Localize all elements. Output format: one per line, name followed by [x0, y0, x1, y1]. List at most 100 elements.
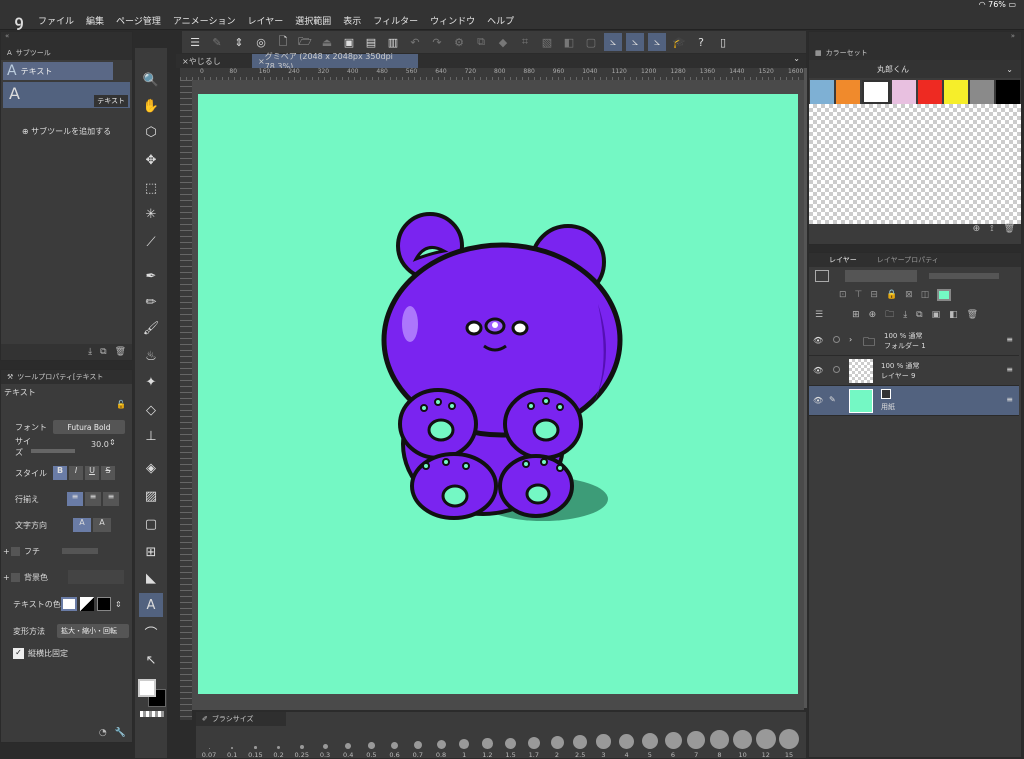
layer-menu-icon[interactable]: ☰: [815, 310, 823, 320]
tab-layer-props[interactable]: レイヤープロパティ: [877, 255, 939, 265]
layer-check-icon[interactable]: [833, 336, 840, 343]
fill-tool-icon[interactable]: ◈: [139, 456, 163, 480]
color-swatch[interactable]: [918, 80, 942, 104]
menu-file[interactable]: ファイル: [38, 14, 74, 27]
brush-size-option[interactable]: 0.4: [337, 729, 359, 759]
strike-button[interactable]: S: [101, 466, 115, 480]
menu-page[interactable]: ページ管理: [116, 14, 161, 27]
brush-size-option[interactable]: 0.15: [244, 729, 266, 759]
gradient-tool-icon[interactable]: ▨: [139, 484, 163, 508]
ref-icon[interactable]: ⊤: [855, 290, 863, 300]
transparent-swatch[interactable]: [140, 711, 164, 717]
brush-size-option[interactable]: 0.5: [360, 729, 382, 759]
zoom-tool-icon[interactable]: 🔍: [139, 68, 163, 92]
new-vector-icon[interactable]: ⊕: [869, 310, 877, 320]
color-swatch[interactable]: [810, 80, 834, 104]
menu-view[interactable]: 表示: [343, 14, 361, 27]
subtool-group-tab[interactable]: A テキスト: [3, 62, 113, 80]
textcolor-stepper-icon[interactable]: ⇕: [115, 600, 122, 609]
main-color-swatch[interactable]: [138, 679, 156, 697]
brush-size-option[interactable]: 6: [662, 729, 684, 759]
ruler-tool-icon[interactable]: ◣: [139, 566, 163, 590]
brush-size-option[interactable]: 1.7: [523, 729, 545, 759]
pencil-tool-icon[interactable]: ✏: [139, 290, 163, 314]
underline-button[interactable]: U: [85, 466, 99, 480]
brush-size-option[interactable]: 1: [453, 729, 475, 759]
layer-frame-icon[interactable]: [815, 270, 829, 282]
save-as-icon[interactable]: ▤: [362, 33, 380, 51]
colorset-dropdown-icon[interactable]: ⌄: [1006, 65, 1013, 74]
bgcolor-field[interactable]: [68, 570, 124, 584]
brush-size-option[interactable]: 7: [685, 729, 707, 759]
expand-folder-icon[interactable]: ›: [849, 335, 852, 344]
transform-select[interactable]: 拡大・縮小・回転: [57, 624, 129, 638]
help-icon[interactable]: ?: [692, 33, 710, 51]
eyedropper-icon[interactable]: ⟋: [139, 230, 163, 254]
learn-icon[interactable]: 🎓: [670, 33, 688, 51]
hide-selection-icon[interactable]: ▧: [538, 33, 556, 51]
expand-bg-icon[interactable]: +: [3, 573, 11, 582]
fill-icon[interactable]: ◆: [494, 33, 512, 51]
text-tool-button-icon[interactable]: A: [139, 593, 163, 617]
combine-icon[interactable]: ▣: [932, 310, 941, 320]
updown-icon[interactable]: ⇕: [230, 33, 248, 51]
brush-tool-icon[interactable]: 🖌: [139, 316, 163, 340]
object-tool-icon[interactable]: ⬡: [139, 120, 163, 144]
tab-layer[interactable]: レイヤー: [829, 255, 857, 265]
size-slider[interactable]: [31, 449, 75, 453]
stabilizer-1-icon[interactable]: ⦣: [604, 33, 622, 51]
brush-size-option[interactable]: 5: [639, 729, 661, 759]
brush-size-option[interactable]: 10: [732, 729, 754, 759]
edit-icon[interactable]: ✎: [208, 33, 226, 51]
move-tool-icon[interactable]: ✥: [139, 148, 163, 172]
canvas-workspace[interactable]: [192, 80, 804, 710]
bgcolor-checkbox[interactable]: [11, 572, 20, 582]
layer-handle-icon[interactable]: ≡: [1006, 395, 1013, 404]
italic-button[interactable]: I: [69, 466, 83, 480]
color-swatch[interactable]: [970, 80, 994, 104]
textcolor-user-swatch[interactable]: [97, 597, 111, 611]
blend-tool-icon[interactable]: ⊥: [139, 424, 163, 448]
stabilizer-2-icon[interactable]: ⦣: [626, 33, 644, 51]
upload-icon[interactable]: ⏏: [318, 33, 336, 51]
textcolor-main-swatch[interactable]: [61, 597, 77, 611]
brush-size-option[interactable]: 0.6: [384, 729, 406, 759]
download-icon[interactable]: ⤓: [88, 347, 92, 357]
mask-add-icon[interactable]: ◧: [949, 310, 958, 320]
brush-size-option[interactable]: 4: [616, 729, 638, 759]
balloon-tool-icon[interactable]: ⌒: [139, 620, 163, 644]
brush-size-option[interactable]: 0.1: [221, 729, 243, 759]
layer-row-folder[interactable]: 👁 › 🗀 100 % 通常 フォルダー 1 ≡: [809, 326, 1019, 356]
brush-size-option[interactable]: 1.2: [476, 729, 498, 759]
brush-size-option[interactable]: 0.2: [268, 729, 290, 759]
blend-mode-select[interactable]: [845, 270, 917, 282]
align-right-icon[interactable]: ≡: [103, 492, 119, 506]
lock-layer-icon[interactable]: 🔒: [886, 290, 897, 300]
brush-size-option[interactable]: 3: [592, 729, 614, 759]
brush-size-option[interactable]: 2: [546, 729, 568, 759]
hand-tool-icon[interactable]: ✋: [139, 94, 163, 118]
trash-icon[interactable]: 🗑: [115, 347, 126, 357]
new-folder-icon[interactable]: 🗀: [885, 307, 894, 323]
hamburger-menu-icon[interactable]: ☰: [186, 33, 204, 51]
close-tab-icon[interactable]: ×: [258, 57, 265, 66]
size-stepper-icon[interactable]: ⇕: [109, 438, 116, 447]
tab-menu-chevron-icon[interactable]: ⌄: [793, 54, 806, 68]
horizontal-text-icon[interactable]: A: [73, 518, 91, 532]
redo-icon[interactable]: ↷: [428, 33, 446, 51]
copy-icon[interactable]: ⧉: [100, 347, 106, 357]
opacity-slider[interactable]: [929, 273, 999, 279]
timer-icon[interactable]: ◔: [99, 728, 107, 742]
correction-tool-icon[interactable]: ↖: [139, 648, 163, 672]
stabilizer-3-icon[interactable]: ⦣: [648, 33, 666, 51]
save-icon[interactable]: ▣: [340, 33, 358, 51]
open-folder-icon[interactable]: 🗁: [296, 33, 314, 51]
subtool-item-text[interactable]: A テキスト: [3, 82, 130, 108]
add-subtool-button[interactable]: ⊕ サブツールを追加する: [1, 126, 132, 137]
font-select[interactable]: Futura Bold: [53, 420, 125, 434]
color-swatch[interactable]: [996, 80, 1020, 104]
color-swatch[interactable]: [892, 80, 916, 104]
lock-icon[interactable]: 🔓: [116, 400, 126, 409]
magic-wand-icon[interactable]: ✳: [139, 202, 163, 226]
clear-icon[interactable]: ⧉: [472, 33, 490, 51]
